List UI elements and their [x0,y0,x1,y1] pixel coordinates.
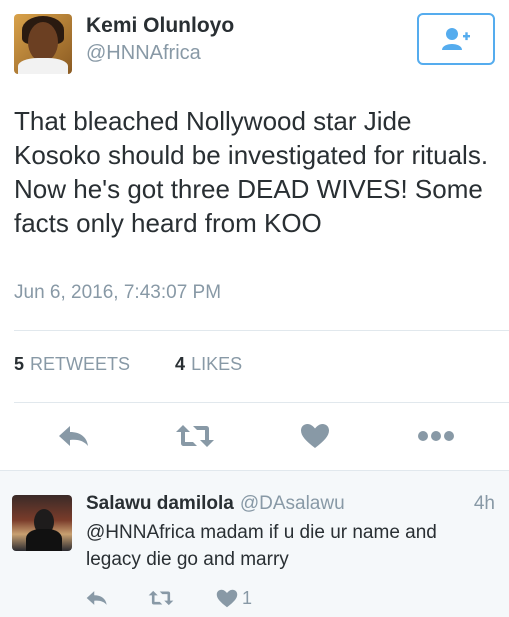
retweet-button[interactable] [174,420,216,452]
reply-reply-button[interactable] [86,585,108,611]
tweet-actions [0,420,509,452]
retweets-stat[interactable]: 5 RETWEETS [14,354,135,374]
more-button[interactable] [416,420,456,452]
reply-author-handle: @DAsalawu [239,493,345,514]
retweets-label: RETWEETS [30,354,131,374]
author-handle[interactable]: @HNNAfrica [86,42,201,65]
likes-stat[interactable]: 4 LIKES [175,354,242,374]
reply-author[interactable]: Salawu damilola @DAsalawu [86,493,345,515]
likes-label: LIKES [191,354,243,374]
more-icon [418,431,454,441]
reply-avatar[interactable] [12,495,72,551]
reply-icon [86,591,107,605]
divider [14,330,509,331]
retweet-icon [176,425,214,447]
add-user-icon [442,28,470,50]
reply-actions: 1 [0,585,509,611]
reply-text: @HNNAfrica madam if u die ur name and le… [86,522,437,570]
tweet-text: That bleached Nollywood star Jide Kosoko… [14,106,489,238]
heart-icon [216,589,238,607]
tweet-timestamp[interactable]: Jun 6, 2016, 7:43:07 PM [14,282,221,304]
author-avatar[interactable] [14,14,72,74]
divider [14,402,509,403]
reply-author-name: Salawu damilola [86,493,234,514]
follow-button[interactable] [417,13,495,65]
reply-icon [59,426,88,446]
tweet-stats: 5 RETWEETS 4 LIKES [14,354,242,375]
heart-icon [301,424,329,448]
reply-tweet[interactable]: Salawu damilola @DAsalawu 4h @HNNAfrica m… [0,470,509,617]
like-button[interactable] [298,420,332,452]
likes-count: 4 [175,354,186,374]
retweets-count: 5 [14,354,25,374]
reply-button[interactable] [56,420,92,452]
reply-like-button[interactable]: 1 [216,585,252,611]
author-name[interactable]: Kemi Olunloyo [86,14,234,38]
retweet-icon [148,590,174,606]
reply-retweet-button[interactable] [148,585,174,611]
reply-likes-count: 1 [242,587,253,608]
reply-time[interactable]: 4h [474,493,495,515]
